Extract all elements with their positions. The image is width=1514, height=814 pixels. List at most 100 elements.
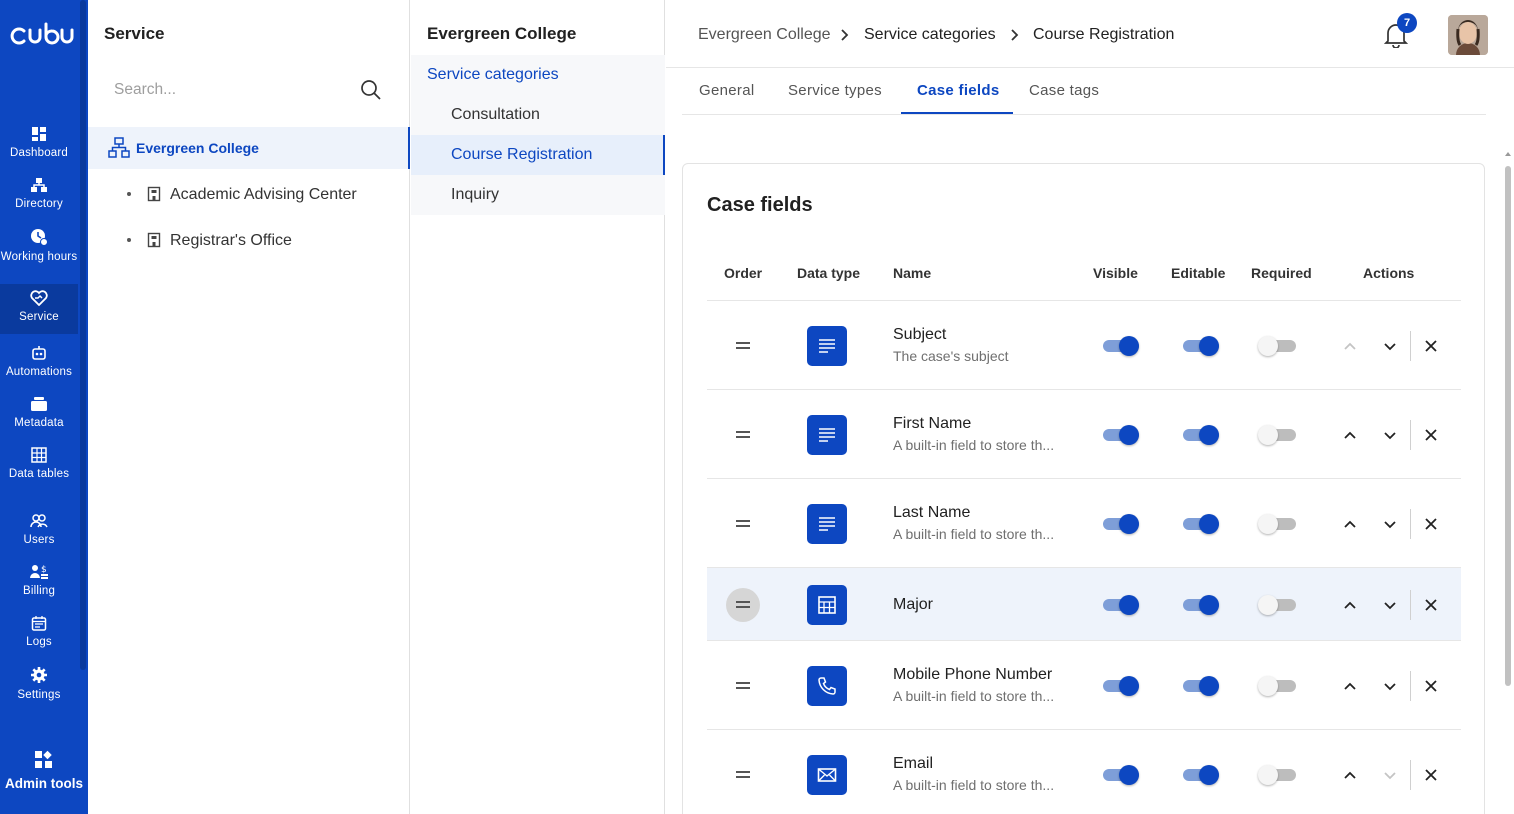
table-row[interactable]: Last Name A built-in field to store th..… bbox=[707, 479, 1461, 568]
bullet bbox=[127, 192, 131, 196]
nav-scrollbar[interactable] bbox=[80, 0, 86, 670]
breadcrumb-item[interactable]: Evergreen College bbox=[698, 26, 831, 44]
required-toggle[interactable] bbox=[1258, 594, 1298, 616]
tree-item[interactable]: Academic Advising Center bbox=[88, 176, 410, 214]
tab-service-types[interactable]: Service types bbox=[788, 82, 882, 99]
editable-toggle[interactable] bbox=[1181, 513, 1221, 535]
drag-handle-icon[interactable] bbox=[736, 519, 750, 530]
scroll-up-arrow[interactable] bbox=[1505, 152, 1511, 156]
action-divider bbox=[1410, 508, 1411, 539]
nav-automations[interactable]: Automations bbox=[0, 339, 78, 385]
search-box bbox=[104, 72, 394, 108]
move-up-chevron-up-icon[interactable] bbox=[1340, 765, 1360, 785]
visible-toggle[interactable] bbox=[1101, 675, 1141, 697]
field-name: Mobile Phone Number bbox=[893, 665, 1053, 683]
org-chart-icon bbox=[108, 137, 130, 158]
tab-case-tags[interactable]: Case tags bbox=[1029, 82, 1099, 99]
nav-service[interactable]: Service bbox=[0, 284, 78, 334]
remove-close-icon[interactable] bbox=[1421, 336, 1441, 356]
nav-users[interactable]: Users bbox=[0, 507, 78, 553]
avatar[interactable] bbox=[1448, 15, 1488, 55]
required-toggle[interactable] bbox=[1258, 424, 1298, 446]
drag-handle-icon[interactable] bbox=[736, 600, 750, 611]
editable-toggle[interactable] bbox=[1181, 335, 1221, 357]
field-description: A built-in field to store th... bbox=[893, 687, 1055, 704]
nav-label: Metadata bbox=[14, 417, 64, 429]
category-item-consultation[interactable]: Consultation bbox=[411, 95, 665, 135]
breadcrumb-item[interactable]: Service categories bbox=[864, 26, 996, 44]
required-toggle[interactable] bbox=[1258, 764, 1298, 786]
editable-toggle[interactable] bbox=[1181, 424, 1221, 446]
move-down-chevron-down-icon[interactable] bbox=[1380, 514, 1400, 534]
scroll-thumb[interactable] bbox=[1505, 166, 1511, 686]
visible-toggle[interactable] bbox=[1101, 513, 1141, 535]
notification-badge: 7 bbox=[1397, 13, 1417, 33]
required-toggle[interactable] bbox=[1258, 675, 1298, 697]
panel-title: Service bbox=[104, 24, 165, 43]
remove-close-icon[interactable] bbox=[1421, 595, 1441, 615]
search-icon[interactable] bbox=[360, 79, 382, 101]
editable-toggle[interactable] bbox=[1181, 594, 1221, 616]
move-up-chevron-up-icon[interactable] bbox=[1340, 514, 1360, 534]
remove-close-icon[interactable] bbox=[1421, 676, 1441, 696]
chevron-right-icon bbox=[841, 29, 849, 41]
remove-close-icon[interactable] bbox=[1421, 514, 1441, 534]
main-scrollbar[interactable] bbox=[1502, 70, 1514, 814]
table-row[interactable]: Subject The case's subject bbox=[707, 301, 1461, 390]
nav-billing[interactable]: $ Billing bbox=[0, 558, 78, 604]
nav-dashboard[interactable]: Dashboard bbox=[0, 120, 78, 166]
remove-close-icon[interactable] bbox=[1421, 425, 1441, 445]
drag-handle-icon[interactable] bbox=[736, 770, 750, 781]
move-up-chevron-up-icon[interactable] bbox=[1340, 425, 1360, 445]
search-input[interactable] bbox=[104, 72, 354, 108]
drag-handle-icon[interactable] bbox=[736, 681, 750, 692]
tree-item[interactable]: Registrar's Office bbox=[88, 222, 410, 260]
move-up-chevron-up-icon[interactable] bbox=[1340, 595, 1360, 615]
chevron-right-icon bbox=[1011, 29, 1019, 41]
category-item-inquiry[interactable]: Inquiry bbox=[411, 175, 665, 215]
visible-toggle[interactable] bbox=[1101, 424, 1141, 446]
table-row[interactable]: Email A built-in field to store th... bbox=[707, 730, 1461, 814]
service-categories-link[interactable]: Service categories bbox=[427, 66, 559, 84]
nav-metadata[interactable]: Metadata bbox=[0, 390, 78, 436]
category-item-course-registration[interactable]: Course Registration bbox=[411, 135, 665, 175]
action-divider bbox=[1410, 419, 1411, 450]
nav-label: Settings bbox=[17, 689, 61, 701]
visible-toggle[interactable] bbox=[1101, 594, 1141, 616]
table-row[interactable]: Major bbox=[707, 568, 1461, 641]
tab-case-fields[interactable]: Case fields bbox=[917, 82, 1000, 99]
nav-settings[interactable]: Settings bbox=[0, 660, 78, 706]
tab-general[interactable]: General bbox=[699, 82, 754, 99]
tree-root-item[interactable]: Evergreen College bbox=[88, 127, 410, 169]
panel-title: Evergreen College bbox=[427, 24, 577, 43]
move-down-chevron-down-icon[interactable] bbox=[1380, 425, 1400, 445]
editable-toggle[interactable] bbox=[1181, 675, 1221, 697]
drag-handle-icon[interactable] bbox=[736, 341, 750, 352]
move-down-chevron-down-icon[interactable] bbox=[1380, 765, 1400, 785]
table-row[interactable]: Mobile Phone Number A built-in field to … bbox=[707, 641, 1461, 730]
service-tree-panel: Service Evergreen College Academic Advis… bbox=[88, 0, 410, 814]
visible-toggle[interactable] bbox=[1101, 335, 1141, 357]
data-type-badge bbox=[807, 414, 847, 455]
column-header-actions: Actions bbox=[1363, 265, 1415, 281]
required-toggle[interactable] bbox=[1258, 513, 1298, 535]
nav-logs[interactable]: Logs bbox=[0, 609, 78, 655]
table-row[interactable]: First Name A built-in field to store th.… bbox=[707, 390, 1461, 479]
move-up-chevron-up-icon[interactable] bbox=[1340, 676, 1360, 696]
move-down-chevron-down-icon[interactable] bbox=[1380, 336, 1400, 356]
editable-toggle[interactable] bbox=[1181, 764, 1221, 786]
nav-working-hours[interactable]: Working hours bbox=[0, 222, 78, 280]
nav-data-tables[interactable]: Data tables bbox=[0, 441, 78, 499]
category-label: Consultation bbox=[451, 106, 540, 123]
tab-bar: General Service types Case fields Case t… bbox=[682, 68, 1486, 115]
admin-tools-button[interactable]: Admin tools bbox=[0, 750, 88, 792]
move-down-chevron-down-icon[interactable] bbox=[1380, 595, 1400, 615]
nav-directory[interactable]: Directory bbox=[0, 171, 78, 217]
drag-handle-icon[interactable] bbox=[736, 430, 750, 441]
visible-toggle[interactable] bbox=[1101, 764, 1141, 786]
move-down-chevron-down-icon[interactable] bbox=[1380, 676, 1400, 696]
move-up-chevron-up-icon[interactable] bbox=[1340, 336, 1360, 356]
building-icon bbox=[147, 186, 161, 202]
remove-close-icon[interactable] bbox=[1421, 765, 1441, 785]
required-toggle[interactable] bbox=[1258, 335, 1298, 357]
